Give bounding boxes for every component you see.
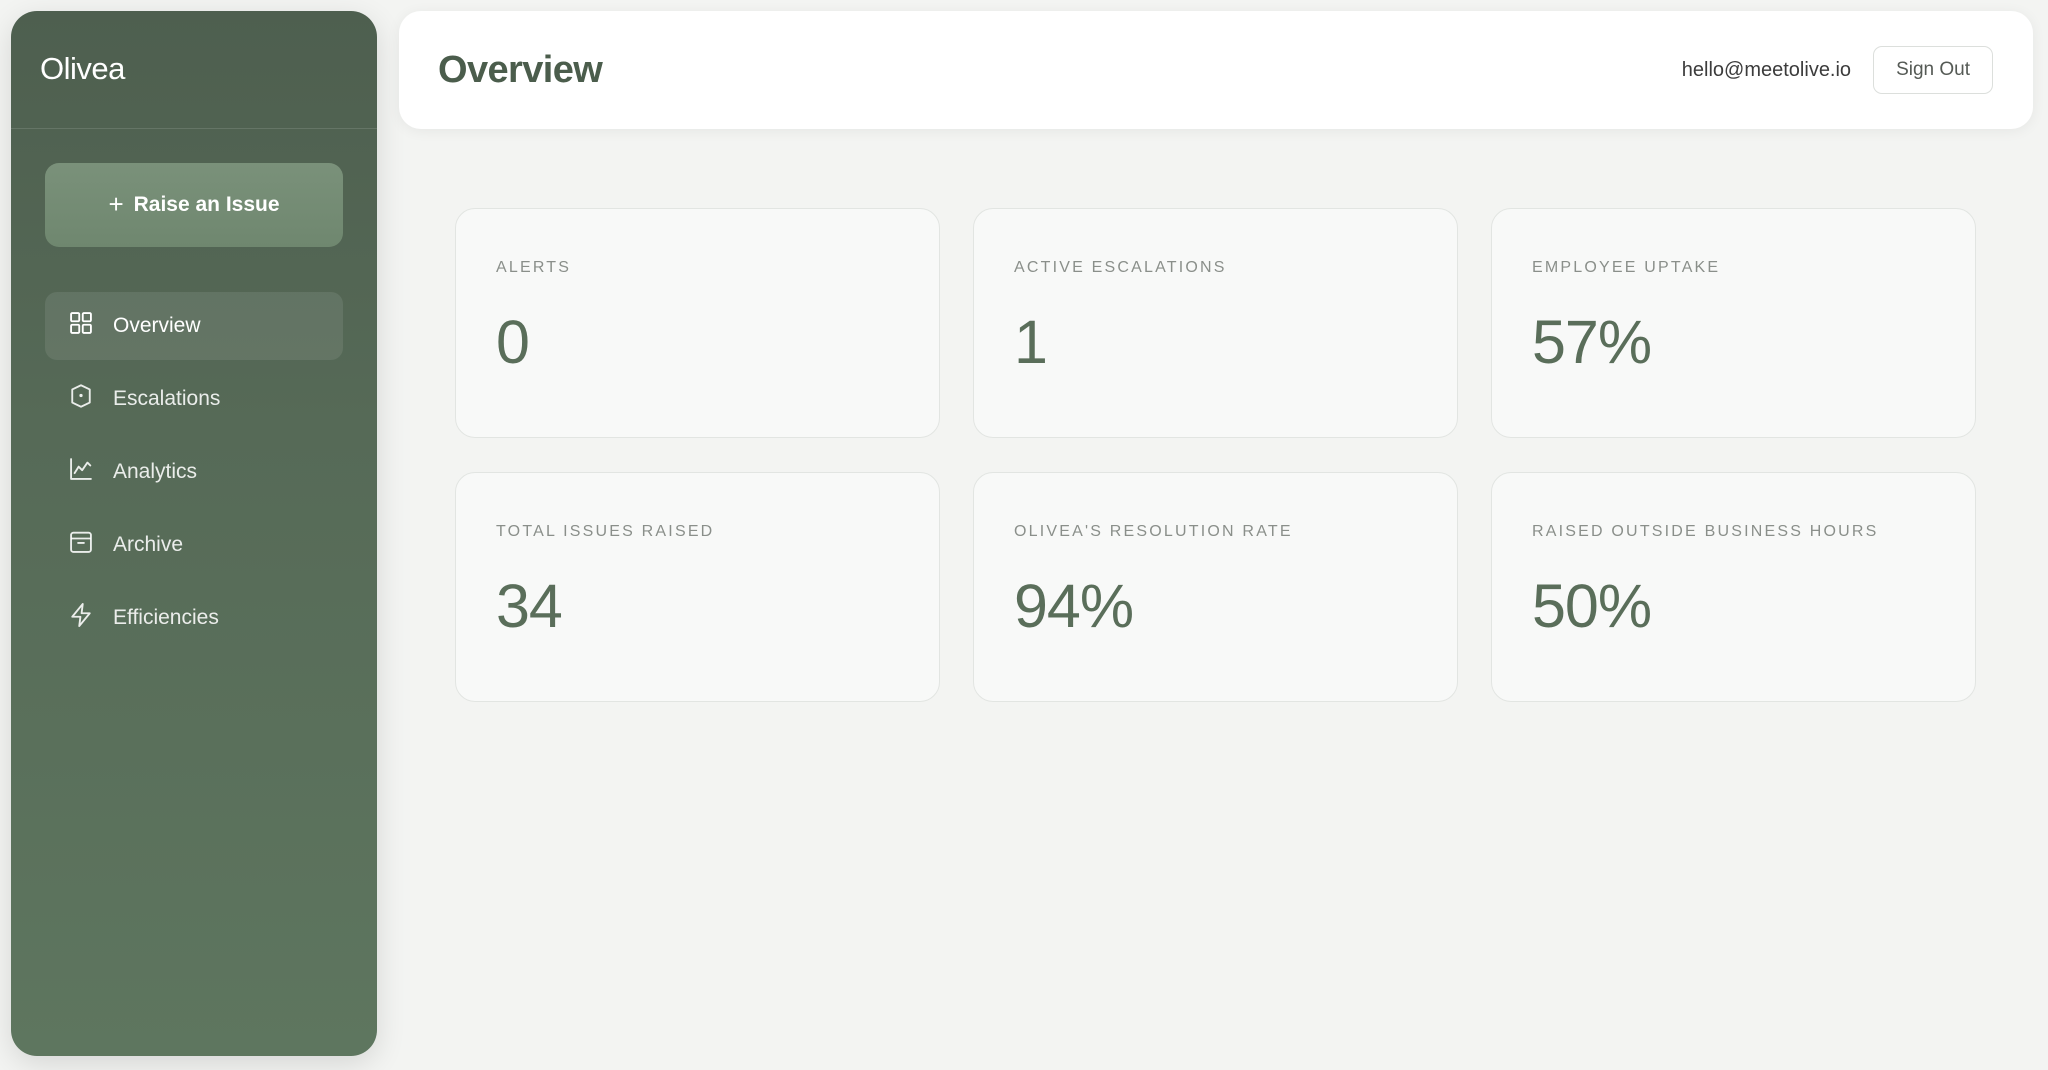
- stat-value: 1: [1014, 308, 1048, 376]
- grid-icon: [67, 309, 95, 343]
- sidebar-item-label: Efficiencies: [113, 606, 219, 629]
- lightning-icon: [67, 601, 95, 635]
- stat-card-total-issues: TOTAL ISSUES RAISED 34: [455, 472, 940, 702]
- stat-label: ACTIVE ESCALATIONS: [1014, 259, 1227, 276]
- sidebar-item-label: Overview: [113, 314, 201, 337]
- stat-card-employee-uptake: EMPLOYEE UPTAKE 57%: [1491, 208, 1976, 438]
- archive-icon: [67, 528, 95, 562]
- stat-value: 34: [496, 572, 563, 640]
- brand-logo[interactable]: Olivea: [11, 11, 377, 129]
- sidebar-item-archive[interactable]: Archive: [45, 511, 343, 579]
- stats-grid: ALERTS 0 ACTIVE ESCALATIONS 1 EMPLOYEE U…: [455, 208, 1976, 702]
- stat-card-alerts: ALERTS 0: [455, 208, 940, 438]
- raise-issue-button[interactable]: + Raise an Issue: [45, 163, 343, 247]
- sidebar-item-label: Archive: [113, 533, 184, 556]
- header-user-area: hello@meetolive.io Sign Out: [1682, 46, 1993, 94]
- sidebar-item-label: Escalations: [113, 387, 221, 410]
- stat-value: 0: [496, 308, 530, 376]
- sidebar-item-overview[interactable]: Overview: [45, 292, 343, 360]
- stat-label: TOTAL ISSUES RAISED: [496, 523, 715, 540]
- sidebar-item-label: Analytics: [113, 460, 198, 483]
- stat-label: EMPLOYEE UPTAKE: [1532, 259, 1721, 276]
- top-header: Overview hello@meetolive.io Sign Out: [399, 11, 2033, 129]
- shield-icon: [67, 382, 95, 416]
- stat-value: 94%: [1014, 572, 1134, 640]
- app-root: Olivea + Raise an Issue Overview Escalat…: [0, 0, 2048, 1070]
- line-chart-icon: [67, 455, 95, 489]
- sidebar: Olivea + Raise an Issue Overview Escalat…: [11, 11, 377, 1056]
- stat-value: 50%: [1532, 572, 1652, 640]
- stat-value: 57%: [1532, 308, 1652, 376]
- stat-card-resolution-rate: OLIVEA'S RESOLUTION RATE 94%: [973, 472, 1458, 702]
- stat-label: RAISED OUTSIDE BUSINESS HOURS: [1532, 523, 1879, 540]
- stat-card-active-escalations: ACTIVE ESCALATIONS 1: [973, 208, 1458, 438]
- stat-label: OLIVEA'S RESOLUTION RATE: [1014, 523, 1293, 540]
- user-email: hello@meetolive.io: [1681, 58, 1852, 81]
- stat-card-outside-hours: RAISED OUTSIDE BUSINESS HOURS 50%: [1491, 472, 1976, 702]
- sidebar-item-efficiencies[interactable]: Efficiencies: [45, 584, 343, 652]
- sign-out-button[interactable]: Sign Out: [1873, 46, 1993, 94]
- sidebar-item-escalations[interactable]: Escalations: [45, 365, 343, 433]
- stat-label: ALERTS: [496, 259, 572, 276]
- raise-issue-label: Raise an Issue: [133, 193, 280, 216]
- sidebar-nav: Overview Escalations Analytics Archive E…: [45, 292, 343, 657]
- sidebar-item-analytics[interactable]: Analytics: [45, 438, 343, 506]
- page-title: Overview: [438, 48, 603, 91]
- plus-icon: +: [108, 189, 124, 219]
